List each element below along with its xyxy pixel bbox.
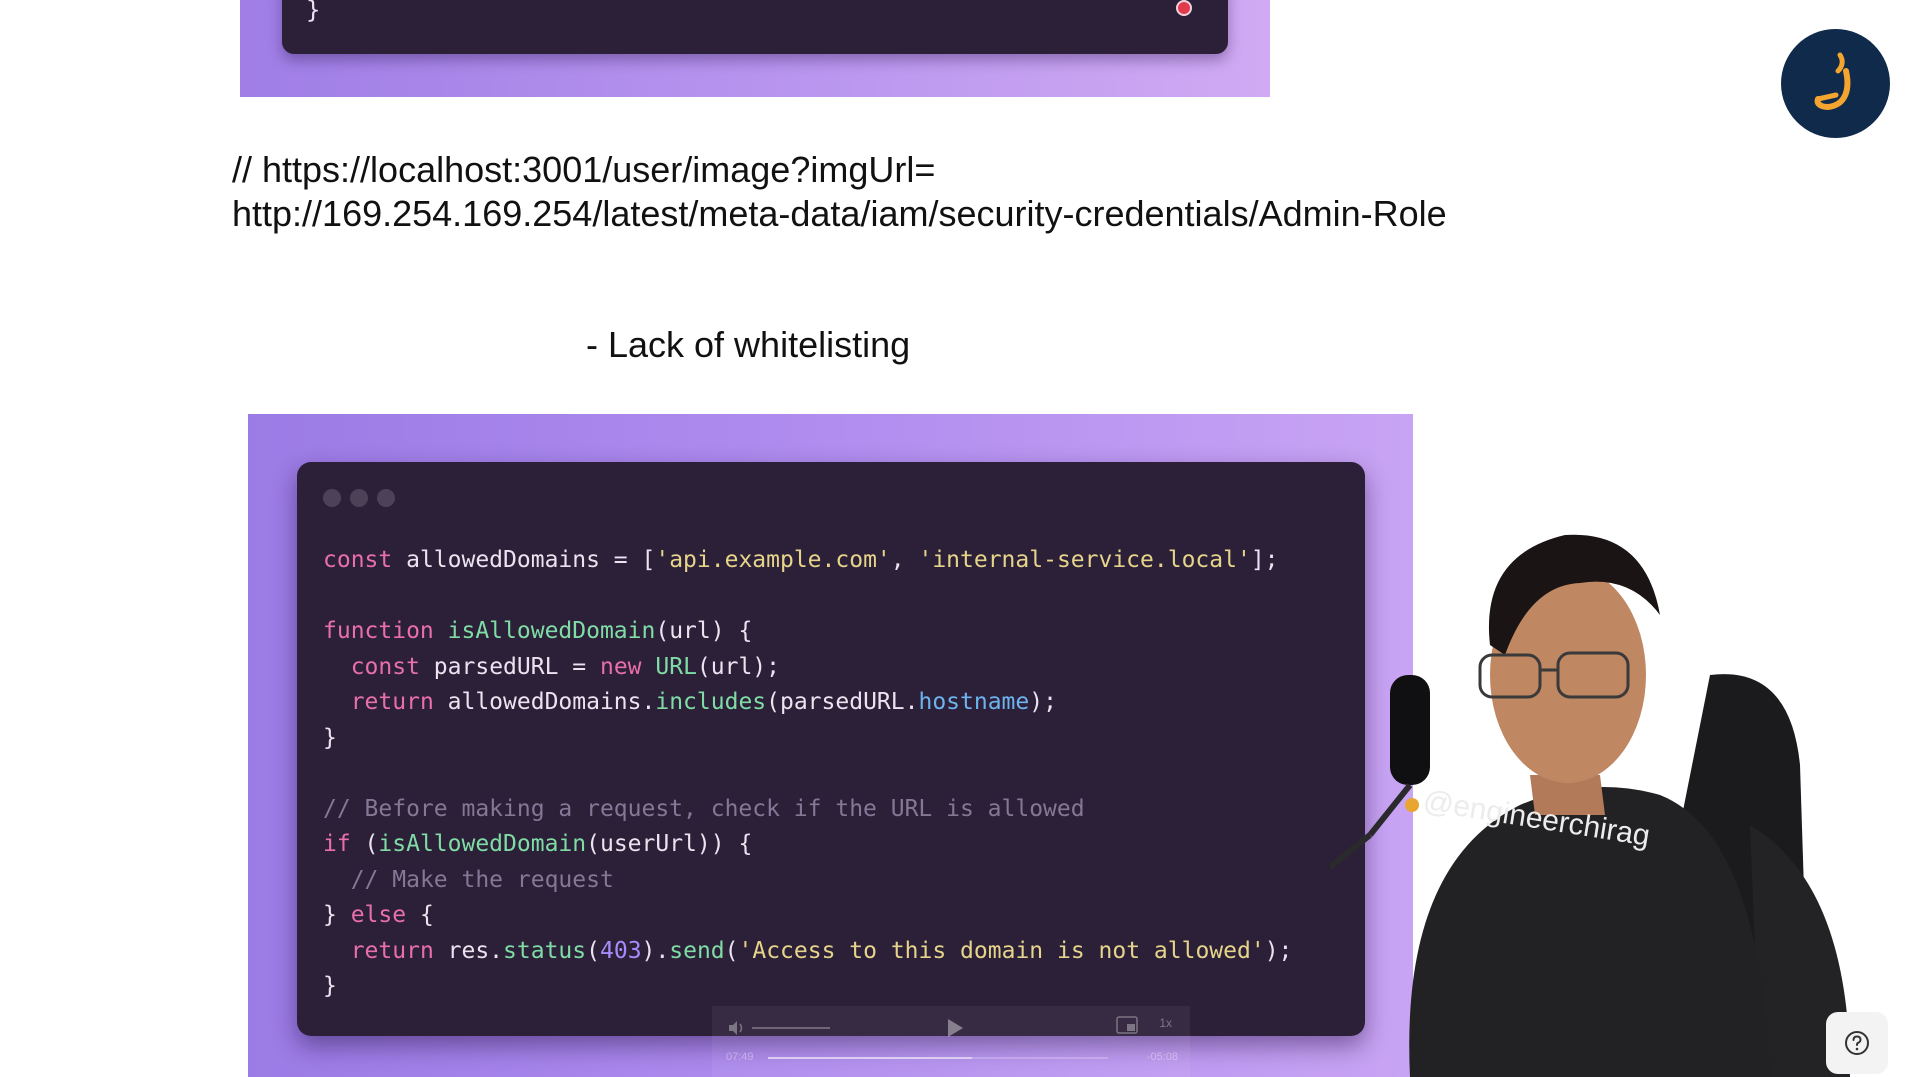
progress-bar[interactable] bbox=[768, 1057, 1108, 1059]
code-line: return allowedDomains.includes(parsedURL… bbox=[323, 685, 1292, 721]
code-token: (userUrl)) { bbox=[586, 831, 753, 857]
window-dot-icon bbox=[377, 489, 395, 507]
code-token: allowedDomains = [ bbox=[392, 547, 656, 573]
code-token: send bbox=[669, 937, 725, 964]
code-token: 'internal-service.local' bbox=[918, 547, 1251, 573]
code-token: } bbox=[323, 724, 337, 751]
help-button[interactable] bbox=[1826, 1012, 1888, 1074]
code-block: const allowedDomains = ['api.example.com… bbox=[323, 543, 1292, 1005]
code-token: { bbox=[406, 902, 434, 928]
volume-slider[interactable] bbox=[752, 1027, 830, 1029]
ssrf-url-comment: // https://localhost:3001/user/image?img… bbox=[232, 148, 1447, 236]
window-dot-icon bbox=[323, 489, 341, 507]
pip-icon[interactable] bbox=[1116, 1016, 1138, 1034]
window-dot-icon bbox=[350, 489, 368, 507]
time-current: 07:49 bbox=[726, 1051, 754, 1063]
code-token: parsedURL = bbox=[419, 653, 600, 680]
question-mark-icon bbox=[1845, 1031, 1869, 1055]
code-line: // Before making a request, check if the… bbox=[323, 792, 1292, 828]
code-line: } else { bbox=[323, 898, 1292, 934]
code-token: status bbox=[503, 937, 587, 964]
code-line: const parsedURL = new URL(url); bbox=[323, 650, 1292, 686]
code-token: ( bbox=[724, 937, 739, 964]
code-token: 'Access to this domain is not allowed' bbox=[738, 937, 1265, 964]
code-token: ); bbox=[1029, 689, 1057, 715]
code-token: return bbox=[350, 689, 434, 715]
code-token: // Before making a request, check if the… bbox=[323, 795, 1085, 822]
code-line: const allowedDomains = ['api.example.com… bbox=[323, 543, 1292, 579]
code-token: const bbox=[323, 547, 393, 573]
code-token: includes bbox=[655, 689, 767, 715]
code-token: ); bbox=[1264, 937, 1293, 964]
code-token: ). bbox=[641, 937, 670, 964]
code-token: // Make the request bbox=[350, 866, 614, 893]
slide-heading: - Lack of whitelisting bbox=[586, 324, 911, 365]
progress-fill bbox=[768, 1057, 972, 1059]
code-line: return res.status(403).send('Access to t… bbox=[323, 934, 1293, 970]
code-token: if bbox=[323, 831, 351, 857]
playback-speed[interactable]: 1x bbox=[1159, 1016, 1172, 1030]
code-token: , bbox=[890, 547, 919, 573]
record-indicator-icon bbox=[1176, 0, 1192, 16]
window-controls bbox=[323, 489, 395, 507]
code-token: } bbox=[323, 973, 337, 999]
code-token: ]; bbox=[1250, 547, 1279, 573]
code-token: new bbox=[599, 653, 642, 680]
code-token: const bbox=[350, 653, 420, 680]
channel-logo bbox=[1781, 29, 1890, 138]
code-token: res. bbox=[433, 937, 504, 964]
logo-glyph-icon bbox=[1814, 52, 1850, 110]
code-token: isAllowedDomain bbox=[378, 831, 587, 857]
code-token: (url) { bbox=[655, 618, 753, 644]
code-token: isAllowedDomain bbox=[447, 618, 656, 644]
code-line: if (isAllowedDomain(userUrl)) { bbox=[323, 827, 1292, 863]
presenter-webcam: @engineerchirag bbox=[1330, 534, 1850, 1077]
play-icon[interactable] bbox=[942, 1016, 966, 1040]
code-window: const allowedDomains = ['api.example.com… bbox=[297, 462, 1365, 1036]
code-token: return bbox=[350, 937, 434, 964]
code-line: // Make the request bbox=[323, 863, 1292, 899]
code-token: 'api.example.com' bbox=[655, 547, 891, 573]
code-line: function isAllowedDomain(url) { bbox=[323, 614, 1292, 650]
video-player-controls[interactable]: 1x 07:49 -05:08 bbox=[712, 1006, 1190, 1077]
code-token: ( bbox=[350, 831, 379, 857]
code-token: function bbox=[323, 618, 434, 644]
code-token: (url); bbox=[696, 653, 781, 680]
code-line: } bbox=[323, 721, 1292, 757]
top-code-closing-brace: } bbox=[306, 0, 321, 24]
code-token: ( bbox=[586, 937, 600, 964]
code-token: URL bbox=[655, 653, 697, 680]
code-token: (parsedURL. bbox=[766, 689, 919, 715]
volume-icon[interactable] bbox=[726, 1018, 746, 1038]
code-token: } bbox=[323, 902, 351, 928]
code-token: else bbox=[350, 902, 407, 928]
top-code-card: } bbox=[282, 0, 1228, 54]
video-frame: } // https://localhost:3001/user/image?i… bbox=[0, 0, 1909, 1077]
url-comment-line-2: http://169.254.169.254/latest/meta-data/… bbox=[232, 193, 1447, 234]
code-token: 403 bbox=[600, 937, 642, 964]
url-comment-line-1: // https://localhost:3001/user/image?img… bbox=[232, 149, 936, 190]
code-token: allowedDomains. bbox=[433, 689, 656, 715]
code-token: hostname bbox=[918, 689, 1030, 715]
time-remaining: -05:08 bbox=[1146, 1051, 1178, 1063]
code-line: } bbox=[323, 969, 1292, 1005]
